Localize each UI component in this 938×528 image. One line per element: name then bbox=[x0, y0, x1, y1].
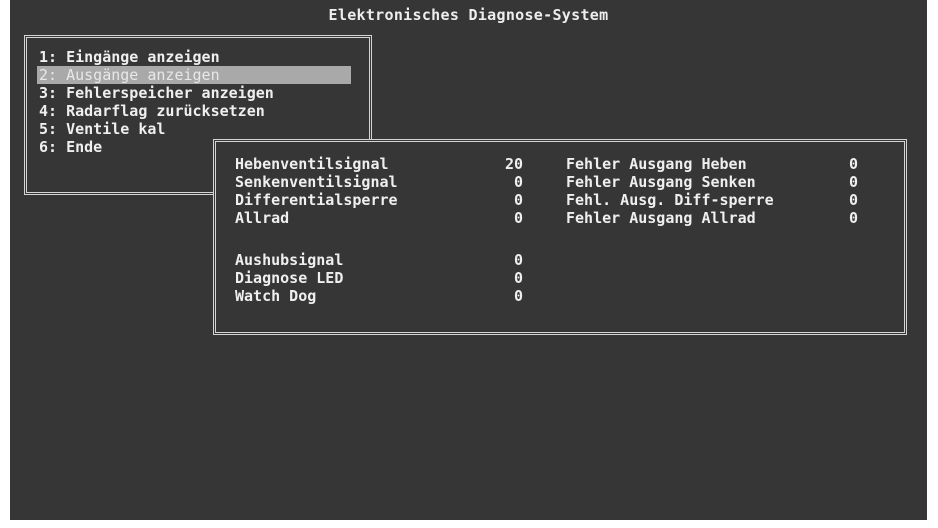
output-label-aushubsignal: Aushubsignal bbox=[235, 251, 344, 269]
menu-item-eingaenge[interactable]: 1: Eingänge anzeigen bbox=[37, 48, 351, 66]
output-value-aushubsignal: 0 bbox=[514, 251, 524, 269]
dos-screen: Elektronisches Diagnose-System 1: Eingän… bbox=[10, 0, 927, 520]
output-value-allrad: 0 bbox=[514, 209, 524, 227]
output-value-fehler-senken: 0 bbox=[849, 173, 859, 191]
output-value-senkenventilsignal: 0 bbox=[514, 173, 524, 191]
menu-item-ausgaenge[interactable]: 2: Ausgänge anzeigen bbox=[37, 66, 351, 84]
menu-item-radarflag[interactable]: 4: Radarflag zurücksetzen bbox=[37, 102, 351, 120]
output-value-differentialsperre: 0 bbox=[514, 191, 524, 209]
output-label-allrad: Allrad bbox=[235, 209, 290, 227]
output-value-hebenventilsignal: 20 bbox=[505, 155, 524, 173]
output-value-fehler-diff-sperre: 0 bbox=[849, 191, 859, 209]
output-value-diagnose-led: 0 bbox=[514, 269, 524, 287]
app-title: Elektronisches Diagnose-System bbox=[328, 6, 609, 24]
output-label-differentialsperre: Differentialsperre bbox=[235, 191, 398, 209]
output-label-hebenventilsignal: Hebenventilsignal bbox=[235, 155, 389, 173]
output-label-fehler-diff-sperre: Fehl. Ausg. Diff-sperre bbox=[566, 191, 774, 209]
output-label-senkenventilsignal: Senkenventilsignal bbox=[235, 173, 398, 191]
output-value-fehler-heben: 0 bbox=[849, 155, 859, 173]
output-value-fehler-allrad: 0 bbox=[849, 209, 859, 227]
output-label-fehler-allrad: Fehler Ausgang Allrad bbox=[566, 209, 756, 227]
output-label-diagnose-led: Diagnose LED bbox=[235, 269, 344, 287]
outputs-panel: Hebenventilsignal 20 Senkenventilsignal … bbox=[213, 139, 907, 335]
output-label-watch-dog: Watch Dog bbox=[235, 287, 317, 305]
menu-item-ventile[interactable]: 5: Ventile kal bbox=[37, 120, 351, 138]
output-label-fehler-heben: Fehler Ausgang Heben bbox=[566, 155, 747, 173]
output-label-fehler-senken: Fehler Ausgang Senken bbox=[566, 173, 756, 191]
menu-item-fehlerspeicher[interactable]: 3: Fehlerspeicher anzeigen bbox=[37, 84, 351, 102]
output-value-watch-dog: 0 bbox=[514, 287, 524, 305]
